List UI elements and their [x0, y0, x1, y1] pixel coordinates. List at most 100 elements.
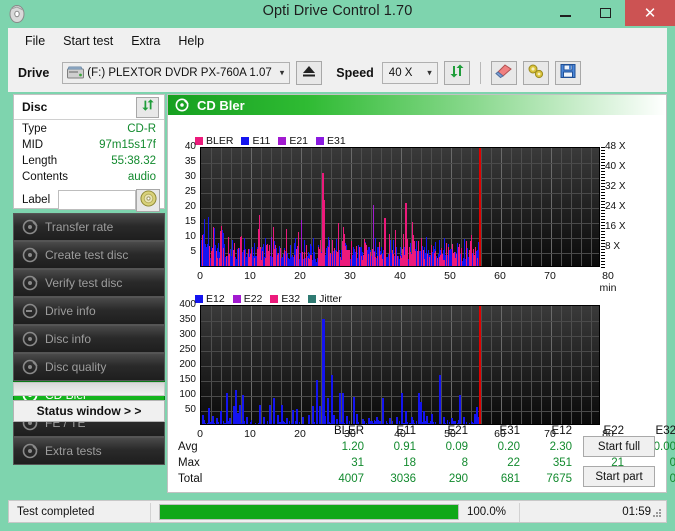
menu-item-start-test[interactable]: Start test [54, 31, 122, 51]
speed-label: Speed [336, 66, 374, 80]
cd-bler-icon [175, 98, 189, 112]
stats-cell: 681 [500, 473, 520, 485]
sidebar-item-disc-info[interactable]: Disc info [13, 325, 165, 353]
data-spike [246, 417, 248, 424]
data-spike [382, 397, 384, 424]
data-spike [411, 417, 413, 424]
sidebar-item-transfer-rate[interactable]: Transfer rate [13, 213, 165, 241]
data-spike [376, 416, 378, 424]
bler-y-tick: 5 [190, 246, 196, 257]
menu-item-file[interactable]: File [16, 31, 54, 51]
data-spike [451, 418, 453, 424]
stats-column-header: BLER [333, 425, 364, 437]
e12-y-tick: 300 [179, 329, 196, 340]
speed-y-tick: 24 X [605, 201, 626, 212]
data-spike [327, 397, 329, 424]
data-spike [342, 393, 344, 424]
disc-label-cd-button[interactable] [136, 189, 160, 212]
refresh-button[interactable] [443, 61, 470, 85]
sidebar-item-extra-tests[interactable]: Extra tests [13, 437, 165, 465]
stats-cell: 7675 [546, 473, 572, 485]
legend-swatch-e32 [270, 295, 279, 303]
stats-row-label: Total [178, 473, 203, 485]
erase-button[interactable] [490, 61, 517, 85]
data-spike [216, 418, 218, 424]
app-window: Opti Drive Control 1.70 ✕ File Start tes… [0, 0, 675, 531]
e12-y-tick: 100 [179, 389, 196, 400]
bler-y-tick: 25 [184, 186, 196, 197]
start-full-button[interactable]: Start full [583, 436, 655, 457]
bler-plot-area [200, 147, 600, 267]
sidebar-item-label: Extra tests [45, 444, 102, 458]
refresh-icon [449, 63, 465, 84]
bler-y-tick: 10 [184, 231, 196, 242]
speed-select-value: 40 X [388, 67, 413, 79]
bler-y-tick: 30 [184, 171, 196, 182]
sidebar-item-verify-test-disc[interactable]: Verify test disc [13, 269, 165, 297]
menu-item-help[interactable]: Help [169, 31, 213, 51]
disc-label-caption: Label [22, 194, 51, 206]
legend-swatch-jitter [308, 295, 317, 303]
progress-percent: 100.0% [467, 505, 507, 518]
disc-length-value: 55:38.32 [111, 155, 156, 167]
legend-label-e21: E21 [289, 135, 309, 147]
sidebar-item-disc-quality[interactable]: Disc quality [13, 353, 165, 381]
data-spike [212, 416, 214, 424]
start-part-button[interactable]: Start part [583, 466, 655, 487]
sidebar-item-drive-info[interactable]: Drive info [13, 297, 165, 325]
speed-axis-minor-ticks [601, 147, 606, 268]
data-spike [286, 418, 288, 424]
disc-contents-label: Contents [22, 171, 69, 183]
sidebar-item-create-test-disc[interactable]: Create test disc [13, 241, 165, 269]
tools-button[interactable] [522, 61, 549, 85]
disc-type-value: CD-R [127, 123, 156, 135]
legend-label-bler: BLER [206, 135, 234, 147]
data-spike [443, 416, 445, 424]
close-button[interactable]: ✕ [625, 0, 675, 26]
stats-cell: 0.91 [393, 441, 416, 453]
progress-bar [159, 504, 459, 520]
speed-y-tick: 48 X [605, 141, 626, 152]
disc-refresh-button[interactable] [136, 97, 159, 118]
drive-select[interactable]: (F:) PLEXTOR DVDR PX-760A 1.07 ▾ [62, 62, 291, 84]
data-spike [308, 415, 310, 424]
resize-grip[interactable] [653, 509, 663, 519]
left-panel: Disc Type CD-R MID 97m15s17f Length 55:3… [8, 94, 165, 493]
status-window-button[interactable]: Status window > > [13, 400, 165, 422]
stats-cell: 0.09 [445, 441, 468, 453]
disc-row-type: Type CD-R [14, 123, 164, 139]
data-spike [229, 418, 231, 424]
speed-y-tick: 8 X [605, 241, 621, 252]
minimize-button[interactable] [545, 0, 585, 26]
data-spike [336, 418, 338, 424]
maximize-button[interactable] [585, 0, 625, 26]
data-spike [356, 413, 358, 424]
stats-cell: 0.20 [497, 441, 520, 453]
refresh-icon [141, 98, 155, 117]
eject-button[interactable] [296, 61, 323, 85]
cd-icon [139, 189, 157, 212]
speed-select[interactable]: 40 X ▾ [381, 62, 438, 84]
stats-cell: 22 [507, 457, 520, 469]
legend-label-e12: E12 [206, 293, 225, 305]
data-spike [431, 413, 433, 424]
stats-cell: 2.30 [549, 441, 572, 453]
toolbar: Drive (F:) PLEXTOR DVDR PX-760A 1.07 ▾ S… [8, 54, 667, 92]
e12-y-tick: 350 [179, 314, 196, 325]
data-spike [302, 417, 304, 424]
stats-column-header: E11 [396, 425, 416, 437]
panel-header: CD Bler [168, 95, 666, 115]
main-panel: CD Bler BLER E11 E21 E31 5 10 15 20 25 30 35 40… [167, 94, 675, 493]
eject-icon [301, 64, 317, 83]
bler-x-tick: 30 [344, 270, 356, 282]
data-spike [333, 415, 335, 424]
disc-label-input[interactable] [58, 190, 136, 210]
status-separator [150, 503, 151, 522]
menu-item-extra[interactable]: Extra [122, 31, 169, 51]
disc-length-label: Length [22, 155, 58, 167]
data-spike [316, 380, 318, 424]
data-spike [346, 416, 348, 424]
menu-bar: File Start test Extra Help [8, 28, 667, 54]
save-button[interactable] [554, 61, 581, 85]
legend-label-e22: E22 [243, 293, 263, 305]
